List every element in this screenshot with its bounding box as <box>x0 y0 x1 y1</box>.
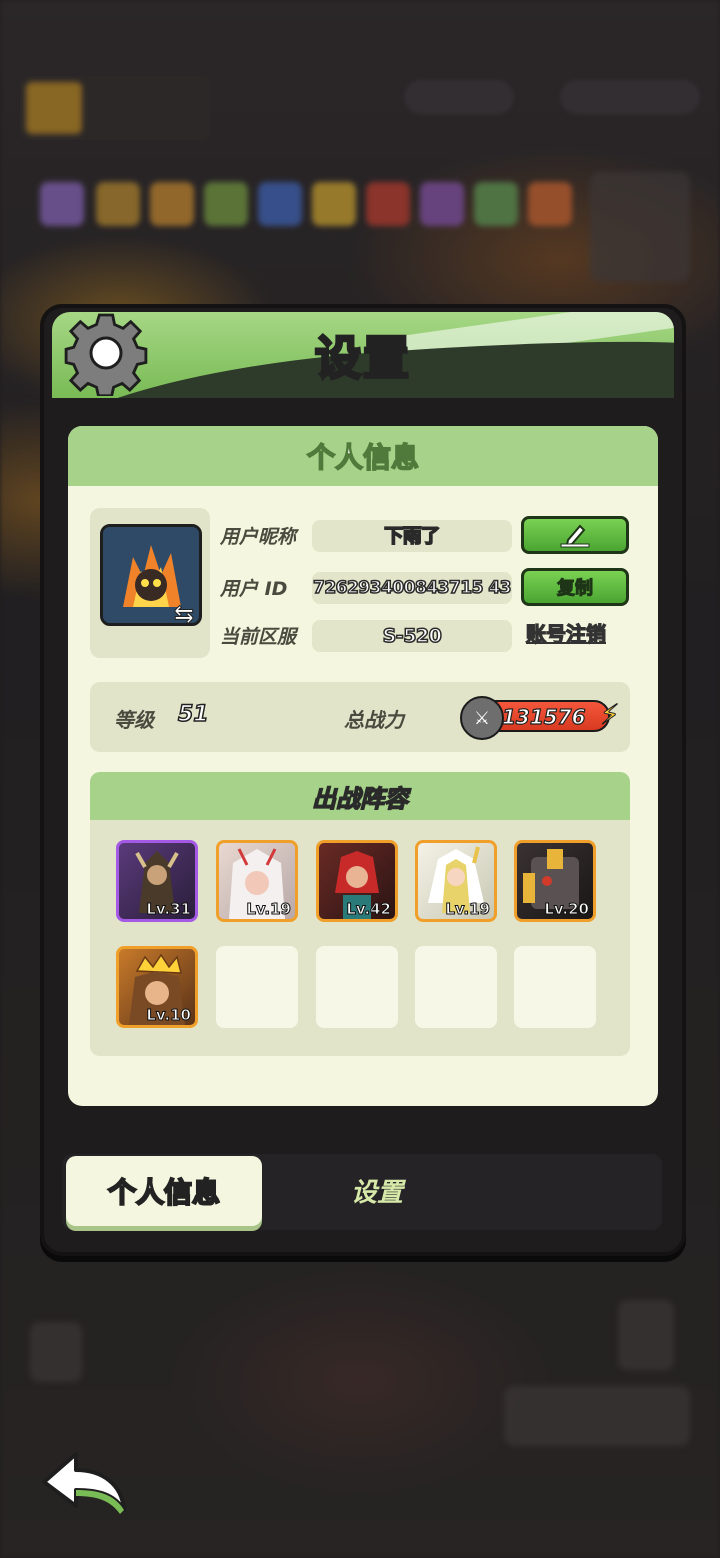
hero-slot[interactable]: Lv.10 <box>116 946 198 1028</box>
lightning-icon: ⚡ <box>600 698 621 732</box>
hero-slot[interactable]: Lv.19 <box>415 840 497 922</box>
user-id-label: 用户 ID <box>220 578 288 600</box>
copy-id-button[interactable]: 复制 <box>521 568 629 606</box>
back-button[interactable] <box>36 1446 132 1522</box>
crossed-swords-icon: ⚔ <box>460 696 504 740</box>
hero-slot[interactable]: Lv.20 <box>514 840 596 922</box>
empty-hero-slot[interactable] <box>514 946 596 1028</box>
hero-slot[interactable]: Lv.42 <box>316 840 398 922</box>
hero-level: Lv.31 <box>146 900 192 919</box>
server-value: S-520 <box>312 620 512 652</box>
back-arrow-icon <box>42 1452 126 1514</box>
hero-slot[interactable]: Lv.31 <box>116 840 198 922</box>
hero-slot[interactable]: Lv.19 <box>216 840 298 922</box>
hero-level: Lv.19 <box>246 900 292 919</box>
empty-hero-slot[interactable] <box>216 946 298 1028</box>
empty-hero-slot[interactable] <box>316 946 398 1028</box>
hero-level: Lv.10 <box>146 1006 192 1025</box>
profile-box: ⇆ <box>90 508 210 658</box>
edit-nickname-button[interactable] <box>521 516 629 554</box>
panel-tabs: 个人信息 设置 <box>62 1154 662 1230</box>
swap-avatar-icon[interactable]: ⇆ <box>173 600 194 629</box>
empty-hero-slot[interactable] <box>415 946 497 1028</box>
personal-info-card: 个人信息 ⇆ 用户昵称 下雨了 用户 ID 726293400843715 43… <box>68 426 658 1106</box>
card-title: 个人信息 <box>68 426 658 486</box>
cancel-account-link[interactable]: 账号注销 <box>525 618 606 647</box>
gear-icon <box>60 310 152 396</box>
level-value: 51 <box>177 701 209 728</box>
settings-panel: 设置 个人信息 ⇆ 用户昵称 下雨了 用户 ID 726293400843715… <box>40 304 686 1256</box>
lineup-box: 出战阵容 Lv.31 Lv.19 Lv.42 Lv.19 Lv.20 Lv.10 <box>90 772 630 1056</box>
power-badge: 131576 ⚔ ⚡ <box>460 696 620 740</box>
hero-level: Lv.19 <box>445 900 491 919</box>
nickname-value: 下雨了 <box>312 520 512 552</box>
tab-personal-info[interactable]: 个人信息 <box>66 1156 262 1226</box>
level-label: 等级 <box>114 708 154 732</box>
server-label: 当前区服 <box>220 626 297 648</box>
user-id-value: 726293400843715 43 <box>312 572 512 604</box>
tab-settings[interactable]: 设置 <box>302 1154 452 1226</box>
power-label: 总战力 <box>344 708 404 732</box>
nickname-label: 用户昵称 <box>220 526 297 548</box>
lineup-title: 出战阵容 <box>90 772 630 820</box>
stats-box: 等级 51 总战力 131576 ⚔ ⚡ <box>90 682 630 752</box>
pencil-icon <box>560 524 590 548</box>
hero-level: Lv.20 <box>544 900 590 919</box>
hero-level: Lv.42 <box>346 900 392 919</box>
